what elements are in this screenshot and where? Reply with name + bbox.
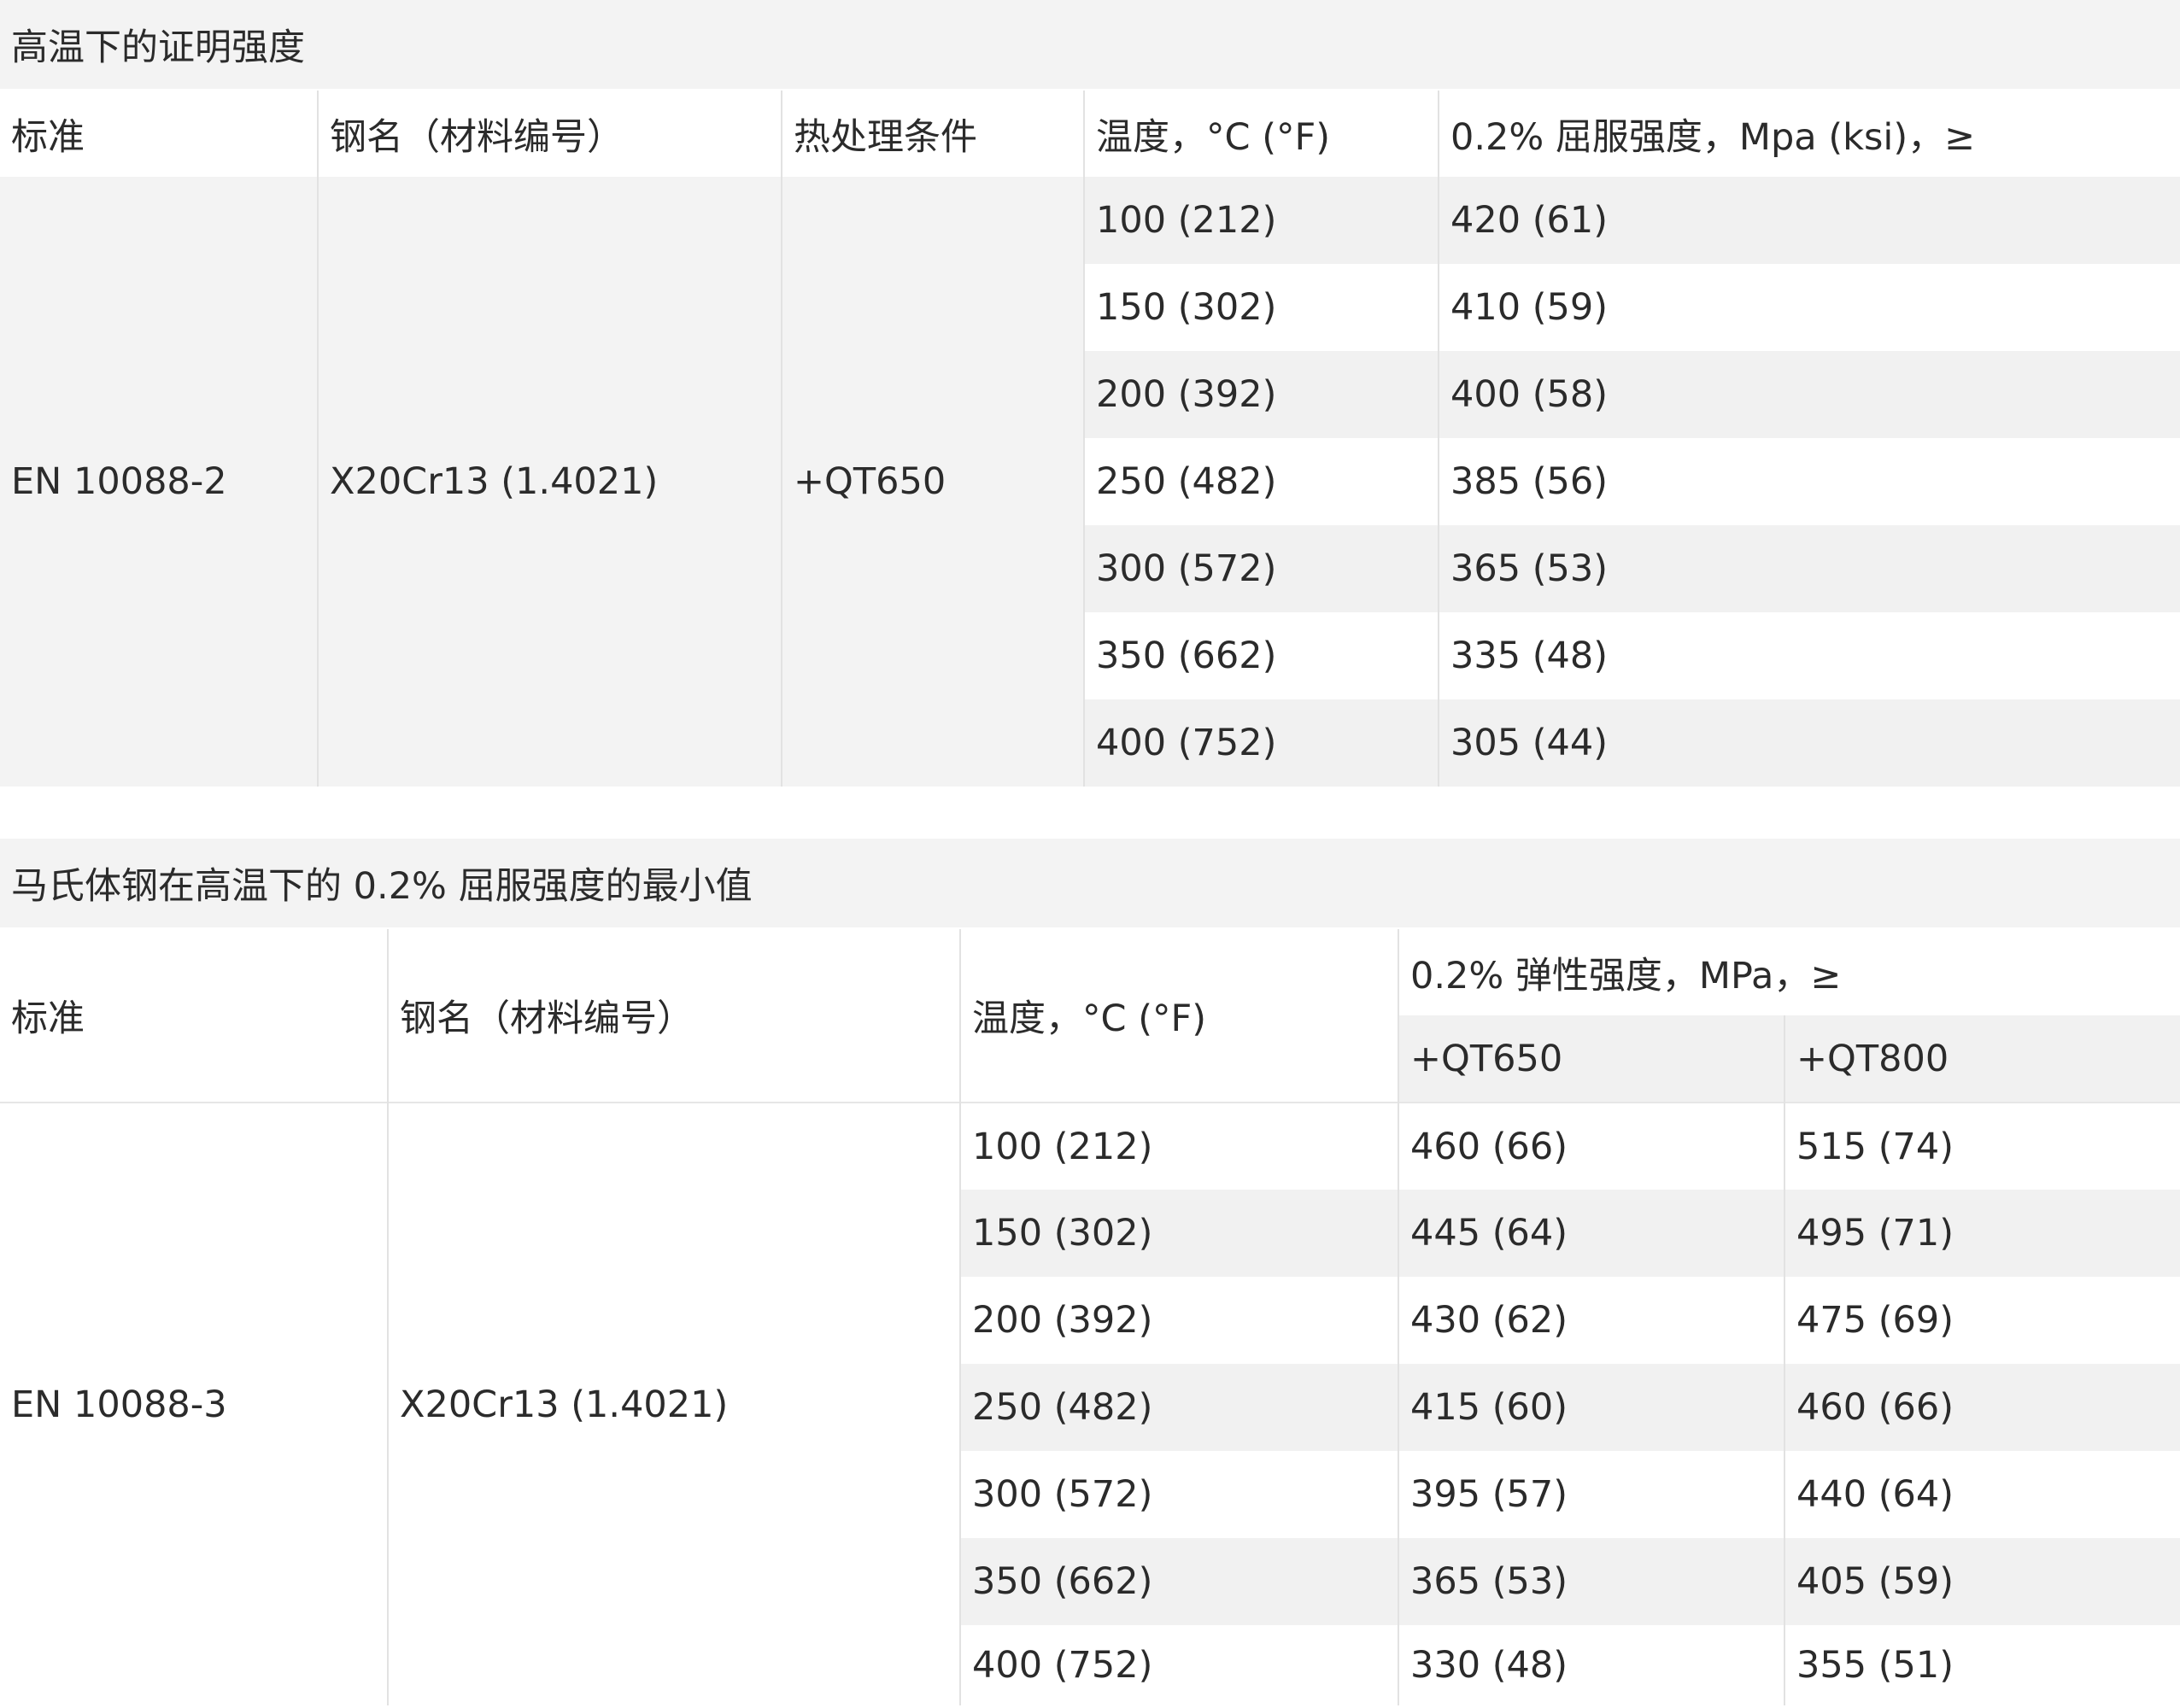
table-row: EN 10088-3 X20Cr13 (1.4021) 100 (212) 46… bbox=[0, 1102, 2180, 1705]
qt800-cell: 515 (74) bbox=[1783, 1102, 2180, 1190]
temperature-cell: 150 (302) bbox=[959, 1190, 1398, 1277]
qt800-cell: 355 (51) bbox=[1783, 1625, 2180, 1705]
strength-cell: 365 (53) bbox=[1437, 525, 2180, 612]
strength-cell: 305 (44) bbox=[1437, 699, 2180, 787]
temperature-cell: 350 (662) bbox=[1083, 612, 1439, 699]
temperature-cell: 100 (212) bbox=[959, 1102, 1398, 1190]
strength-cell: 385 (56) bbox=[1437, 438, 2180, 525]
table-title: 高温下的证明强度 bbox=[0, 0, 2180, 91]
qt800-cell: 405 (59) bbox=[1783, 1538, 2180, 1625]
table-row: EN 10088-2 X20Cr13 (1.4021) +QT650 100 (… bbox=[0, 177, 2180, 787]
temperature-cell: 200 (392) bbox=[959, 1277, 1398, 1364]
temperature-cell: 250 (482) bbox=[1083, 438, 1439, 525]
page: 高温下的证明强度 标准 钢名（材料编号） 热处理条件 温度，°C (°F) 0.… bbox=[0, 0, 2180, 1708]
temperature-cell: 300 (572) bbox=[1083, 525, 1439, 612]
qt800-cell: 475 (69) bbox=[1783, 1277, 2180, 1364]
header-steel-name: 钢名（材料编号） bbox=[317, 90, 782, 177]
header-qt800: +QT800 bbox=[1783, 1015, 2180, 1103]
proof-strength-table: 高温下的证明强度 标准 钢名（材料编号） 热处理条件 温度，°C (°F) 0.… bbox=[0, 0, 2180, 787]
temperature-cell: 400 (752) bbox=[1083, 699, 1439, 787]
temperature-cell: 100 (212) bbox=[1083, 177, 1439, 264]
strength-cell: 335 (48) bbox=[1437, 612, 2180, 699]
qt650-cell: 415 (60) bbox=[1398, 1364, 1784, 1451]
header-temperature: 温度，°C (°F) bbox=[959, 928, 1398, 1103]
header-standard: 标准 bbox=[0, 928, 388, 1103]
temperature-cell: 250 (482) bbox=[959, 1364, 1398, 1451]
standard-cell: EN 10088-3 bbox=[0, 1102, 388, 1705]
qt800-cell: 440 (64) bbox=[1783, 1451, 2180, 1538]
qt650-cell: 460 (66) bbox=[1398, 1102, 1784, 1190]
header-steel-name: 钢名（材料编号） bbox=[387, 928, 960, 1103]
qt650-cell: 365 (53) bbox=[1398, 1538, 1784, 1625]
qt800-cell: 460 (66) bbox=[1783, 1364, 2180, 1451]
header-standard: 标准 bbox=[0, 90, 318, 177]
strength-cell: 410 (59) bbox=[1437, 264, 2180, 351]
steel-name-cell: X20Cr13 (1.4021) bbox=[317, 177, 782, 787]
temperature-cell: 300 (572) bbox=[959, 1451, 1398, 1538]
strength-cell: 400 (58) bbox=[1437, 351, 2180, 438]
qt800-cell: 495 (71) bbox=[1783, 1190, 2180, 1277]
header-elastic-strength: 0.2% 弹性强度，MPa，≥ bbox=[1397, 928, 2180, 1015]
header-heat-treatment: 热处理条件 bbox=[781, 90, 1084, 177]
qt650-cell: 445 (64) bbox=[1398, 1190, 1784, 1277]
martensitic-yield-strength-table: 马氏体钢在高温下的 0.2% 屈服强度的最小值 标准 钢名（材料编号） 温度，°… bbox=[0, 839, 2180, 1705]
temperature-cell: 200 (392) bbox=[1083, 351, 1439, 438]
temperature-cell: 350 (662) bbox=[959, 1538, 1398, 1625]
standard-cell: EN 10088-2 bbox=[0, 177, 318, 787]
steel-name-cell: X20Cr13 (1.4021) bbox=[387, 1102, 960, 1705]
qt650-cell: 330 (48) bbox=[1398, 1625, 1784, 1705]
header-temperature: 温度，°C (°F) bbox=[1083, 90, 1439, 177]
header-qt650: +QT650 bbox=[1398, 1015, 1784, 1103]
temperature-cell: 400 (752) bbox=[959, 1625, 1398, 1705]
heat-treatment-cell: +QT650 bbox=[781, 177, 1084, 787]
temperature-cell: 150 (302) bbox=[1083, 264, 1439, 351]
table-title: 马氏体钢在高温下的 0.2% 屈服强度的最小值 bbox=[0, 839, 2180, 929]
strength-cell: 420 (61) bbox=[1437, 177, 2180, 264]
qt650-cell: 395 (57) bbox=[1398, 1451, 1784, 1538]
qt650-cell: 430 (62) bbox=[1398, 1277, 1784, 1364]
header-proof-strength: 0.2% 屈服强度，Mpa (ksi)，≥ bbox=[1437, 90, 2180, 177]
